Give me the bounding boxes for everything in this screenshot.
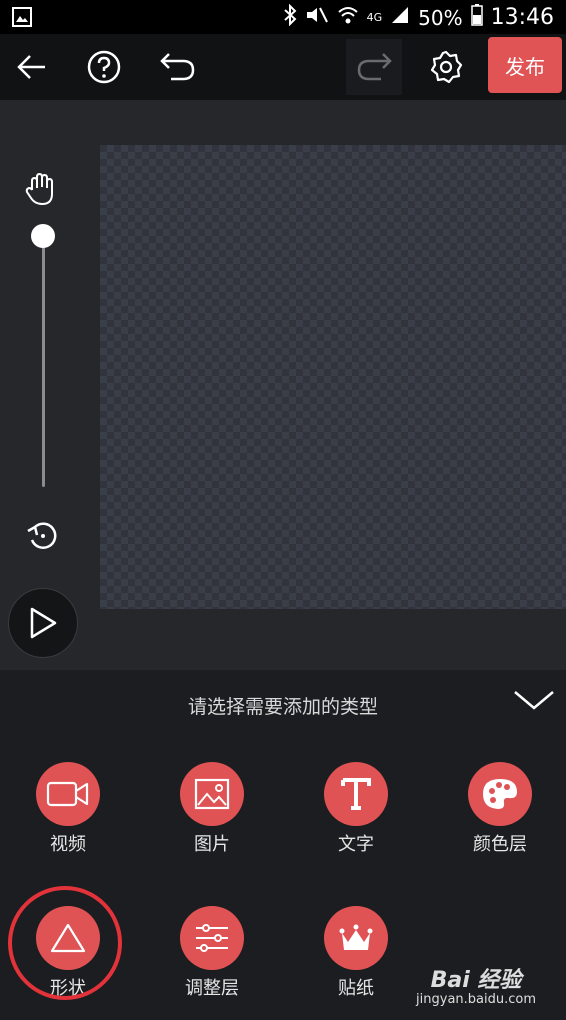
text-t-icon xyxy=(324,762,388,826)
back-button[interactable] xyxy=(4,39,60,95)
add-adjustment-layer-tile[interactable]: 调整层 xyxy=(162,906,262,1000)
annotation-highlight-circle xyxy=(8,886,122,1000)
baidu-jingyan-watermark: Bai 经验 jingyan.baidu.com xyxy=(416,962,536,1007)
help-icon xyxy=(87,50,121,84)
chevron-down-icon xyxy=(514,691,554,710)
tile-label: 颜色层 xyxy=(473,834,527,855)
status-bar: 4G 50% 13:46 xyxy=(0,0,566,34)
crown-icon xyxy=(324,906,388,970)
arrow-left-icon xyxy=(17,55,45,79)
play-button[interactable] xyxy=(8,588,78,658)
collapse-panel-button[interactable] xyxy=(512,684,556,718)
editor-workspace xyxy=(0,100,566,670)
zoom-slider-track[interactable] xyxy=(42,235,45,487)
editor-toolbar: 发布 xyxy=(0,34,566,100)
settings-button[interactable] xyxy=(418,39,474,95)
help-button[interactable] xyxy=(76,39,132,95)
watermark-brand: Bai 经验 xyxy=(430,968,522,993)
rotate-reset-icon xyxy=(27,522,57,549)
battery-percent: 50% xyxy=(418,5,463,30)
signal-icon xyxy=(390,5,410,30)
zoom-slider-thumb[interactable] xyxy=(31,224,55,248)
network-type-label: 4G xyxy=(366,11,383,24)
add-sticker-tile[interactable]: 贴纸 xyxy=(306,906,406,1000)
undo-icon xyxy=(160,53,195,81)
bluetooth-icon xyxy=(283,3,297,31)
image-icon xyxy=(180,762,244,826)
palette-icon xyxy=(468,762,532,826)
publish-button[interactable]: 发布 xyxy=(488,37,562,93)
undo-button[interactable] xyxy=(150,39,206,95)
add-color-layer-tile[interactable]: 颜色层 xyxy=(450,762,550,856)
panel-title: 请选择需要添加的类型 xyxy=(187,696,378,718)
tile-label: 视频 xyxy=(50,834,86,855)
tile-label: 文字 xyxy=(338,834,374,855)
wifi-icon xyxy=(337,5,359,30)
preview-canvas[interactable] xyxy=(100,145,566,609)
gallery-notification-icon xyxy=(12,7,32,31)
add-video-tile[interactable]: 视频 xyxy=(18,762,118,856)
battery-icon xyxy=(470,4,483,31)
tile-label: 图片 xyxy=(194,834,230,855)
add-text-tile[interactable]: 文字 xyxy=(306,762,406,856)
add-image-tile[interactable]: 图片 xyxy=(162,762,262,856)
mute-icon xyxy=(305,5,329,30)
tile-label: 贴纸 xyxy=(338,978,374,999)
redo-button[interactable] xyxy=(346,39,402,95)
clock: 13:46 xyxy=(490,5,554,30)
reset-zoom-button[interactable] xyxy=(24,518,62,558)
hand-pan-icon[interactable] xyxy=(24,172,62,212)
watermark-site: jingyan.baidu.com xyxy=(416,992,536,1007)
redo-icon xyxy=(357,53,392,81)
sliders-icon xyxy=(180,906,244,970)
video-camera-icon xyxy=(36,762,100,826)
gear-icon xyxy=(430,50,463,84)
play-icon xyxy=(30,607,57,639)
tile-label: 调整层 xyxy=(185,978,239,999)
